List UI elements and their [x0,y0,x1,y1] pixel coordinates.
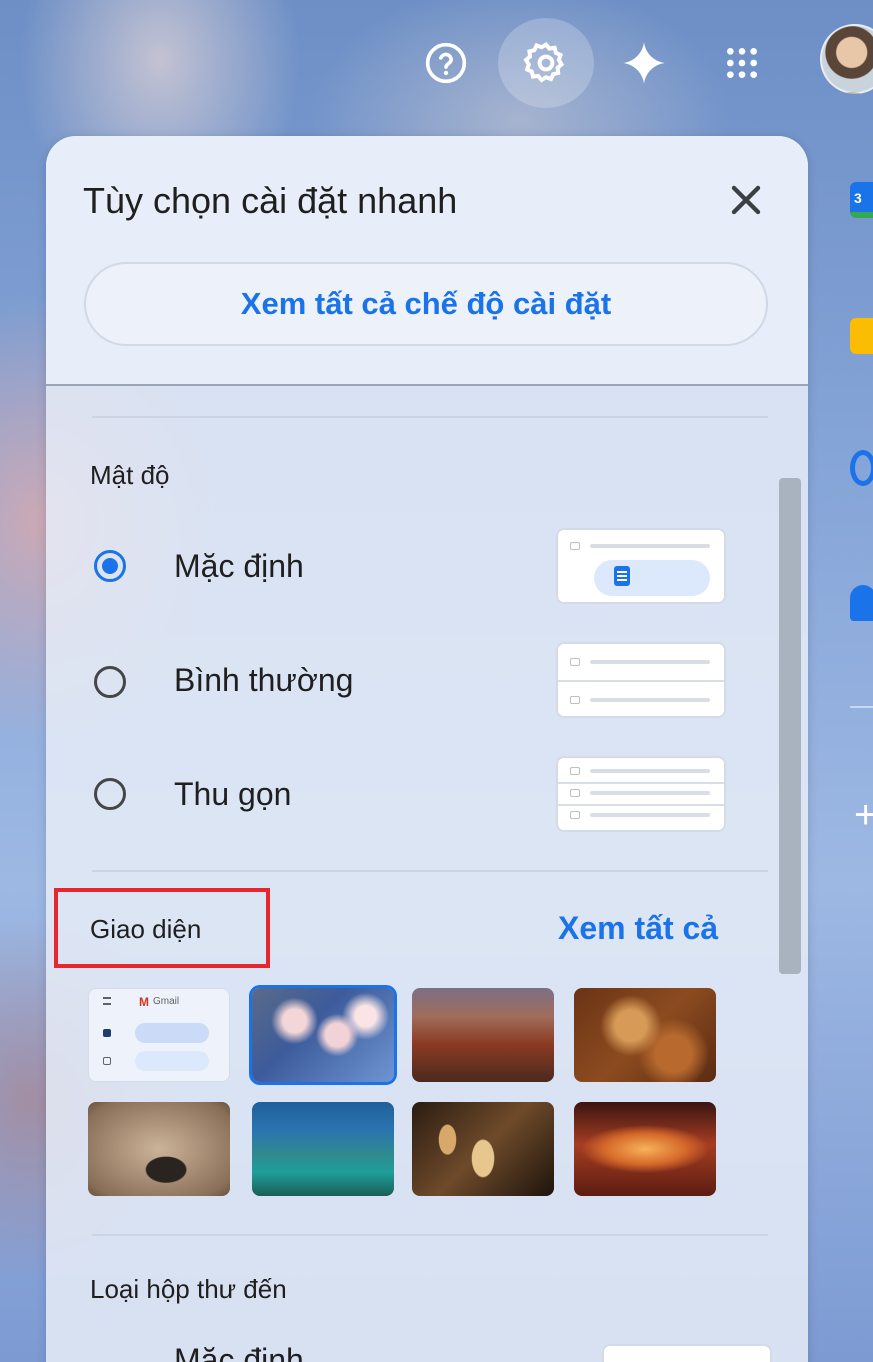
density-normal-preview [556,642,726,718]
quick-settings-panel: Tùy chọn cài đặt nhanh Xem tất cả chế độ… [46,136,808,1362]
divider [92,870,768,872]
close-button[interactable] [722,176,770,224]
density-default-preview [556,528,726,604]
add-addon-icon[interactable]: + [854,795,873,835]
account-avatar[interactable] [820,24,873,94]
divider [92,1234,768,1236]
calendar-badge: 3 [854,190,862,206]
inbox-default-label[interactable]: Mặc định [174,1342,304,1362]
side-divider [850,706,873,708]
density-default-label[interactable]: Mặc định [174,548,304,585]
see-all-settings-button[interactable]: Xem tất cả chế độ cài đặt [84,262,768,346]
theme-cherry-blossom-thumbnail[interactable] [249,985,397,1085]
apps-grid-icon [727,48,757,78]
quick-settings-header: Tùy chọn cài đặt nhanh Xem tất cả chế độ… [46,136,808,386]
calendar-icon[interactable]: 3 [850,182,873,218]
close-icon [731,185,761,215]
panel-title: Tùy chọn cài đặt nhanh [83,180,458,221]
density-title: Mật độ [90,460,170,490]
contacts-icon[interactable] [850,585,873,621]
theme-autumn-leaves-thumbnail[interactable] [574,988,716,1082]
theme-lake-city-thumbnail[interactable] [252,1102,394,1196]
help-circle-icon [425,42,467,84]
theme-chess-thumbnail[interactable] [412,1102,554,1196]
themes-see-all-link[interactable]: Xem tất cả [558,910,718,947]
apps-button[interactable] [694,18,790,108]
sparkle-icon [623,42,665,84]
gear-icon [523,42,565,83]
gemini-button[interactable] [596,18,692,108]
panel-scrollbar[interactable] [779,478,801,974]
divider [92,416,768,418]
help-button[interactable] [398,18,494,108]
inbox-type-title: Loại hộp thư đến [90,1274,287,1304]
density-default-radio[interactable] [94,550,126,582]
theme-default-thumbnail[interactable]: M Gmail [88,988,230,1082]
keep-icon[interactable] [850,318,873,354]
density-compact-radio[interactable] [94,778,126,810]
density-normal-label[interactable]: Bình thường [174,662,353,699]
theme-antelope-canyon-thumbnail[interactable] [574,1102,716,1196]
gmail-logo-icon: M [139,995,149,1009]
tasks-icon[interactable] [850,450,873,486]
inbox-default-preview [602,1344,772,1362]
density-normal-radio[interactable] [94,666,126,698]
theme-canyon-thumbnail[interactable] [412,988,554,1082]
settings-button[interactable] [498,18,594,108]
density-compact-label[interactable]: Thu gọn [174,776,291,813]
thumbnail-gmail-text: Gmail [153,996,180,1007]
density-compact-preview [556,756,726,832]
annotation-highlight-box [54,888,270,968]
theme-sand-stone-thumbnail[interactable] [88,1102,230,1196]
